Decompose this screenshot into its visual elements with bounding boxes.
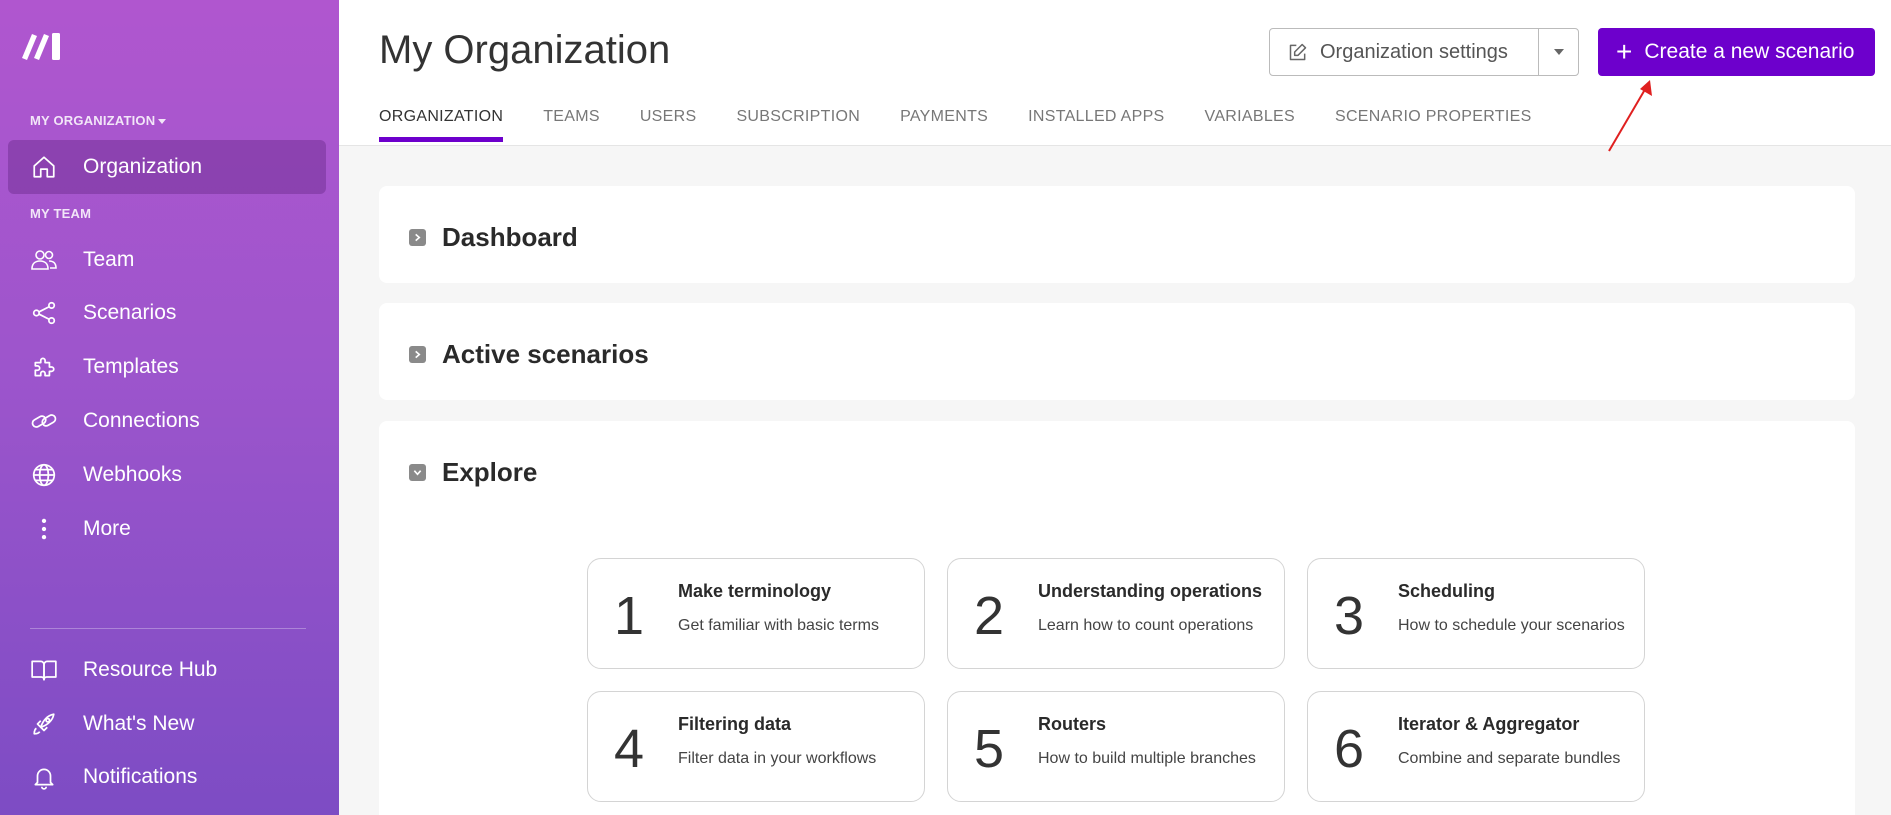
sidebar-item-organization[interactable]: Organization	[8, 140, 326, 194]
explore-card-4[interactable]: 4 Filtering data Filter data in your wor…	[587, 691, 925, 802]
card-title: Scheduling	[1398, 581, 1496, 601]
sidebar-item-connections[interactable]: Connections	[8, 394, 326, 448]
collapse-icon	[409, 464, 426, 481]
card-title: Understanding operations	[1038, 581, 1263, 601]
sidebar-item-label: What's New	[83, 712, 195, 735]
tab-variables[interactable]: VARIABLES	[1205, 108, 1295, 140]
tab-bar: ORGANIZATION TEAMS USERS SUBSCRIPTION PA…	[379, 108, 1572, 142]
book-icon	[30, 656, 58, 684]
bell-icon	[30, 763, 58, 791]
puzzle-icon	[30, 353, 58, 381]
caret-down-icon	[158, 119, 167, 125]
card-description: How to schedule your scenarios	[1398, 617, 1625, 634]
home-icon	[30, 153, 58, 181]
dashboard-title: Dashboard	[442, 222, 578, 252]
card-title: Routers	[1038, 714, 1107, 734]
card-title: Filtering data	[678, 714, 792, 734]
team-section-label: MY TEAM	[30, 206, 92, 221]
dashboard-panel: Dashboard	[379, 186, 1855, 283]
active-scenarios-header[interactable]: Active scenarios	[409, 339, 649, 370]
share-nodes-icon	[30, 299, 58, 327]
tab-users[interactable]: USERS	[640, 108, 697, 140]
sidebar-item-scenarios[interactable]: Scenarios	[8, 286, 326, 340]
sidebar-item-label: Resource Hub	[83, 658, 218, 681]
organization-settings-dropdown[interactable]	[1538, 29, 1578, 75]
sidebar-item-label: Webhooks	[83, 463, 182, 486]
card-description: Get familiar with basic terms	[678, 617, 879, 634]
sidebar-item-label: More	[83, 517, 131, 540]
dashboard-header[interactable]: Dashboard	[409, 222, 578, 253]
explore-title: Explore	[442, 457, 538, 487]
explore-card-3[interactable]: 3 Scheduling How to schedule your scenar…	[1307, 558, 1645, 669]
organization-settings-label: Organization settings	[1320, 40, 1508, 63]
sidebar: MY ORGANIZATION Organization MY TEAM Tea…	[0, 0, 339, 815]
sidebar-item-templates[interactable]: Templates	[8, 340, 326, 394]
explore-card-6[interactable]: 6 Iterator & Aggregator Combine and sepa…	[1307, 691, 1645, 802]
sidebar-item-label: Scenarios	[83, 301, 177, 324]
tab-payments[interactable]: PAYMENTS	[900, 108, 988, 140]
create-scenario-button[interactable]: + Create a new scenario	[1598, 28, 1875, 76]
active-scenarios-title: Active scenarios	[442, 339, 649, 369]
expand-icon	[409, 229, 426, 246]
plus-icon: +	[1616, 36, 1633, 67]
users-icon	[30, 246, 58, 274]
sidebar-item-label: Organization	[83, 155, 203, 178]
tab-subscription[interactable]: SUBSCRIPTION	[736, 108, 860, 140]
active-scenarios-panel: Active scenarios	[379, 303, 1855, 400]
card-number: 4	[614, 719, 645, 779]
tab-scenario-properties[interactable]: SCENARIO PROPERTIES	[1335, 108, 1532, 140]
organization-settings-button[interactable]: Organization settings	[1270, 29, 1538, 75]
card-title: Make terminology	[678, 581, 832, 601]
card-number: 3	[1334, 586, 1365, 646]
sidebar-item-label: Templates	[83, 355, 179, 378]
card-description: Combine and separate bundles	[1398, 750, 1621, 767]
expand-icon	[409, 346, 426, 363]
card-number: 2	[974, 586, 1005, 646]
sidebar-item-whats-new[interactable]: What's New	[8, 697, 326, 751]
sidebar-item-more[interactable]: More	[8, 502, 326, 556]
link-icon	[30, 407, 58, 435]
sidebar-item-team[interactable]: Team	[8, 233, 326, 287]
sidebar-item-label: Team	[83, 248, 135, 271]
make-logo-icon[interactable]	[20, 30, 68, 60]
annotation-arrow-icon	[1608, 80, 1652, 152]
sidebar-item-notifications[interactable]: Notifications	[8, 750, 326, 804]
card-number: 1	[614, 586, 645, 646]
organization-settings-group: Organization settings	[1269, 28, 1579, 76]
tab-teams[interactable]: TEAMS	[543, 108, 600, 140]
card-description: Filter data in your workflows	[678, 750, 877, 767]
card-description: Learn how to count operations	[1038, 617, 1254, 634]
edit-icon	[1288, 42, 1308, 62]
card-description: How to build multiple branches	[1038, 750, 1256, 767]
tab-installed-apps[interactable]: INSTALLED APPS	[1028, 108, 1164, 140]
explore-card-5[interactable]: 5 Routers How to build multiple branches	[947, 691, 1285, 802]
create-scenario-label: Create a new scenario	[1644, 40, 1855, 63]
org-label: MY ORGANIZATION	[30, 113, 156, 128]
card-number: 6	[1334, 719, 1365, 779]
sidebar-item-label: Connections	[83, 409, 200, 432]
rocket-icon	[30, 710, 58, 738]
more-vertical-icon	[30, 515, 58, 543]
sidebar-item-resource-hub[interactable]: Resource Hub	[8, 643, 326, 697]
sidebar-item-label: Notifications	[83, 765, 198, 788]
page-title: My Organization	[379, 28, 671, 72]
card-number: 5	[974, 719, 1005, 779]
caret-down-icon	[1553, 49, 1564, 55]
globe-icon	[30, 461, 58, 489]
explore-header[interactable]: Explore	[409, 457, 537, 488]
sidebar-divider	[30, 628, 306, 629]
card-title: Iterator & Aggregator	[1398, 714, 1580, 734]
explore-card-2[interactable]: 2 Understanding operations Learn how to …	[947, 558, 1285, 669]
explore-card-1[interactable]: 1 Make terminology Get familiar with bas…	[587, 558, 925, 669]
org-switcher[interactable]: MY ORGANIZATION	[30, 113, 167, 128]
tab-organization[interactable]: ORGANIZATION	[379, 108, 504, 142]
sidebar-item-webhooks[interactable]: Webhooks	[8, 448, 326, 502]
